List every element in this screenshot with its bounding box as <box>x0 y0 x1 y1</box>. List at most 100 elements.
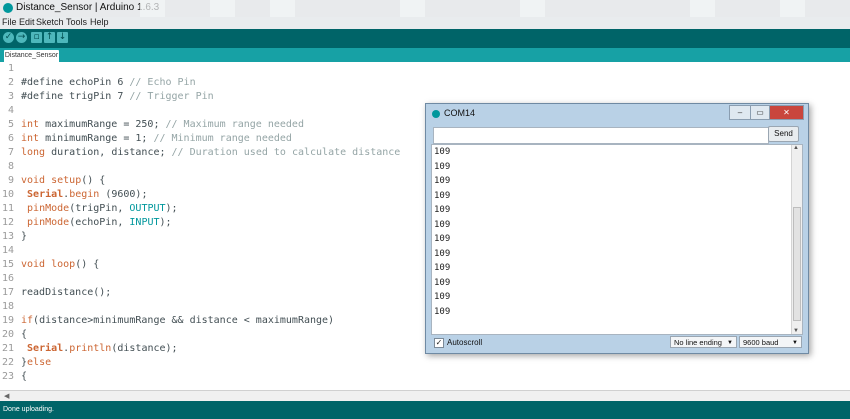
new-icon[interactable]: ▫ <box>31 32 42 43</box>
menu-file[interactable]: File <box>2 17 17 27</box>
menu-help[interactable]: Help <box>90 17 109 27</box>
output-line: 109 <box>434 219 451 230</box>
desktop-background <box>270 0 295 17</box>
line-number: 2 <box>7 77 14 88</box>
autoscroll-checkbox[interactable]: ✓ <box>434 338 444 348</box>
output-line: 109 <box>434 190 451 201</box>
serial-monitor-title: COM14 <box>444 108 476 118</box>
line-number: 19 <box>1 315 14 326</box>
menu-sketch[interactable]: Sketch <box>36 17 64 27</box>
line-number: 7 <box>7 147 14 158</box>
scrollbar-thumb[interactable] <box>793 207 801 321</box>
code-line: } <box>21 231 28 242</box>
code-line: #define echoPin 6 // Echo Pin <box>21 77 196 88</box>
tab-distance-sensor[interactable]: Distance_Sensor <box>4 50 59 62</box>
desktop-background <box>520 0 545 17</box>
chevron-down-icon: ▼ <box>792 340 798 346</box>
send-button[interactable]: Send <box>768 126 799 142</box>
line-number: 3 <box>7 91 14 102</box>
code-line: Serial.println(distance); <box>27 343 178 354</box>
menu-tools[interactable]: Tools <box>66 17 87 27</box>
line-number: 9 <box>7 175 14 186</box>
line-ending-select[interactable]: No line ending ▼ <box>670 336 737 348</box>
output-line: 109 <box>434 161 451 172</box>
line-number: 21 <box>1 343 14 354</box>
line-number: 17 <box>1 287 14 298</box>
code-line: if(distance>minimumRange && distance < m… <box>21 315 335 326</box>
output-line: 109 <box>434 147 451 157</box>
code-line: void loop() { <box>21 259 100 270</box>
output-line: 109 <box>434 306 451 317</box>
line-ending-value: No line ending <box>674 338 722 347</box>
desktop-background <box>210 0 235 17</box>
minimize-icon[interactable]: – <box>729 105 751 120</box>
verify-icon[interactable]: ✓ <box>3 32 14 43</box>
line-number: 11 <box>1 203 14 214</box>
code-line: }else <box>21 357 52 368</box>
line-number: 14 <box>1 245 14 256</box>
code-line: int minimumRange = 1; // Minimum range n… <box>21 133 292 144</box>
serial-output[interactable]: 109 109 109 109 109 109 109 109 109 109 … <box>431 144 803 335</box>
output-line: 109 <box>434 176 451 186</box>
line-number: 5 <box>7 119 14 130</box>
desktop-background <box>140 0 165 17</box>
window-title: Distance_Sensor | Arduino 1.6.3 <box>16 2 160 13</box>
baud-value: 9600 baud <box>743 338 779 347</box>
line-number: 6 <box>7 133 14 144</box>
scroll-up-icon[interactable]: ▲ <box>793 145 799 151</box>
line-number: 20 <box>1 329 14 340</box>
vertical-scrollbar[interactable]: ▲ ▼ <box>791 145 802 334</box>
line-number: 8 <box>7 161 14 172</box>
line-number: 15 <box>1 259 14 270</box>
line-number: 23 <box>1 371 14 382</box>
desktop-background <box>400 0 425 17</box>
code-line: #define trigPin 7 // Trigger Pin <box>21 91 214 102</box>
line-number: 12 <box>1 217 14 228</box>
arduino-app-icon <box>432 110 440 118</box>
status-message: Done uploading. <box>3 406 54 413</box>
desktop-background <box>780 0 805 17</box>
code-line: long duration, distance; // Duration use… <box>21 147 401 158</box>
toolbar: ✓ → ▫ ↑ ↓ <box>0 29 850 48</box>
line-number: 10 <box>1 189 14 200</box>
line-number: 22 <box>1 357 14 368</box>
open-icon[interactable]: ↑ <box>44 32 55 43</box>
scroll-left-icon[interactable]: ◀ <box>4 392 9 400</box>
baud-select[interactable]: 9600 baud ▼ <box>739 336 802 348</box>
code-line: { <box>21 329 28 340</box>
code-line: pinMode(trigPin, OUTPUT); <box>27 203 178 214</box>
line-number: 4 <box>7 105 14 116</box>
arduino-app-icon <box>3 3 13 13</box>
serial-footer: ✓ Autoscroll No line ending ▼ 9600 baud … <box>426 334 808 353</box>
line-number: 13 <box>1 231 14 242</box>
serial-input[interactable] <box>433 127 769 144</box>
code-line: pinMode(echoPin, INPUT); <box>27 217 172 228</box>
code-line: Serial.begin (9600); <box>27 189 148 200</box>
autoscroll-label: Autoscroll <box>447 338 483 347</box>
save-icon[interactable]: ↓ <box>57 32 68 43</box>
output-line: 109 <box>434 205 451 215</box>
menu-bar: File Edit Sketch Tools Help <box>0 17 850 29</box>
serial-monitor-window: COM14 – ▭ ✕ Send 109 109 109 109 109 109… <box>425 103 809 354</box>
output-line: 109 <box>434 234 451 244</box>
code-line: readDistance(); <box>21 287 112 298</box>
code-line: { <box>21 371 28 382</box>
desktop-background <box>690 0 715 17</box>
menu-edit[interactable]: Edit <box>19 17 35 27</box>
output-line: 109 <box>434 292 451 302</box>
maximize-icon[interactable]: ▭ <box>750 105 770 120</box>
code-line: int maximumRange = 250; // Maximum range… <box>21 119 304 130</box>
upload-icon[interactable]: → <box>16 32 27 43</box>
tabs-bar: Distance_Sensor <box>0 48 850 62</box>
line-number: 18 <box>1 301 14 312</box>
output-line: 109 <box>434 263 451 273</box>
chevron-down-icon: ▼ <box>727 340 733 346</box>
line-number: 1 <box>7 63 14 74</box>
status-bar: Done uploading. <box>0 401 850 419</box>
line-number: 16 <box>1 273 14 284</box>
title-bar: Distance_Sensor | Arduino 1.6.3 <box>0 0 850 17</box>
code-line: void setup() { <box>21 175 106 186</box>
output-line: 109 <box>434 248 451 259</box>
output-line: 109 <box>434 277 451 288</box>
close-icon[interactable]: ✕ <box>769 105 804 120</box>
